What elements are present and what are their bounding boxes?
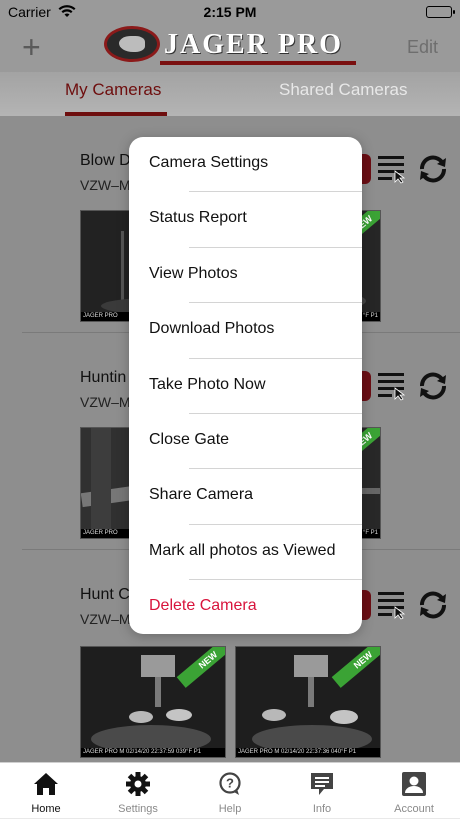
- clock: 2:15 PM: [203, 4, 257, 20]
- menu-item-label: Share Camera: [149, 486, 254, 504]
- tab-account[interactable]: Account: [368, 763, 460, 819]
- camera-action-menu: Camera Settings Status Report View Photo…: [129, 137, 362, 634]
- menu-item-status-report[interactable]: Status Report: [129, 192, 362, 248]
- menu-item-label: Take Photo Now: [149, 375, 266, 393]
- add-camera-button[interactable]: +: [22, 31, 41, 63]
- tab-label: Help: [218, 803, 242, 815]
- menu-item-label: Close Gate: [149, 431, 230, 448]
- photo-list-icon[interactable]: [378, 373, 408, 401]
- svg-text:?: ?: [226, 776, 234, 791]
- refresh-icon[interactable]: [416, 588, 450, 622]
- menu-item-label: Camera Settings: [149, 154, 269, 171]
- menu-item-camera-settings[interactable]: Camera Settings: [129, 137, 362, 193]
- menu-item-delete-camera[interactable]: Delete Camera: [129, 580, 362, 634]
- tab-label: Home: [31, 803, 61, 815]
- account-icon: [400, 771, 428, 797]
- camera-carrier: VZW–M: [80, 394, 131, 410]
- camera-tabs: My Cameras Shared Cameras: [0, 72, 460, 116]
- tab-my-cameras[interactable]: My Cameras: [65, 80, 161, 100]
- menu-item-mark-all-viewed[interactable]: Mark all photos as Viewed: [129, 525, 362, 581]
- camera-name: Huntin: [80, 369, 127, 386]
- home-icon: [32, 771, 60, 797]
- battery-icon: [426, 6, 455, 18]
- refresh-icon[interactable]: [416, 152, 450, 186]
- bottom-tab-bar: Home Settings ? Help Info Account: [0, 762, 460, 818]
- camera-carrier: VZW–M: [80, 611, 131, 627]
- photo-thumbnail[interactable]: NEW JAGER PRO M 02/14/20 22:37:59 039°F …: [80, 646, 226, 758]
- menu-item-label: Download Photos: [149, 320, 275, 338]
- tab-settings[interactable]: Settings: [92, 763, 184, 819]
- menu-item-label: Status Report: [149, 209, 247, 227]
- menu-item-download-photos[interactable]: Download Photos: [129, 303, 362, 359]
- logo-underline: [160, 61, 356, 65]
- help-icon: ?: [216, 771, 244, 797]
- tab-label: Settings: [118, 803, 158, 815]
- camera-carrier: VZW–M: [80, 177, 131, 193]
- refresh-icon[interactable]: [416, 369, 450, 403]
- camera-name: Blow D: [80, 152, 131, 169]
- edit-button[interactable]: Edit: [407, 37, 438, 58]
- camera-name: Hunt C: [80, 586, 130, 603]
- menu-item-take-photo-now[interactable]: Take Photo Now: [129, 359, 362, 414]
- jager-pro-logo: JAGER PRO: [104, 26, 356, 70]
- tab-label: Info: [312, 803, 332, 815]
- menu-item-label: View Photos: [149, 264, 238, 282]
- menu-item-share-camera[interactable]: Share Camera: [129, 469, 362, 525]
- tab-help[interactable]: ? Help: [184, 763, 276, 819]
- tab-label: Account: [394, 803, 434, 815]
- boar-badge-icon: [104, 26, 160, 62]
- tab-home[interactable]: Home: [0, 763, 92, 819]
- info-icon: [308, 771, 336, 797]
- photo-list-icon[interactable]: [378, 592, 408, 620]
- photo-stamp: JAGER PRO M 02/14/20 22:37:59 039°F P1: [81, 748, 225, 757]
- menu-item-label: Mark all photos as Viewed: [149, 541, 336, 559]
- nav-header: + JAGER PRO Edit: [0, 26, 460, 72]
- tab-shared-cameras[interactable]: Shared Cameras: [279, 80, 408, 100]
- gear-icon: [124, 771, 152, 797]
- menu-item-close-gate[interactable]: Close Gate: [129, 414, 362, 470]
- photo-stamp: JAGER PRO M 02/14/20 22:37:36 040°F P1: [236, 748, 380, 757]
- photo-list-icon[interactable]: [378, 156, 408, 184]
- photo-thumbnail[interactable]: NEW JAGER PRO M 02/14/20 22:37:36 040°F …: [235, 646, 381, 758]
- status-bar: Carrier 2:15 PM: [0, 0, 460, 26]
- menu-item-label: Delete Camera: [149, 597, 257, 615]
- brand-text: JAGER PRO: [164, 29, 343, 60]
- menu-item-view-photos[interactable]: View Photos: [129, 248, 362, 304]
- tab-info[interactable]: Info: [276, 763, 368, 819]
